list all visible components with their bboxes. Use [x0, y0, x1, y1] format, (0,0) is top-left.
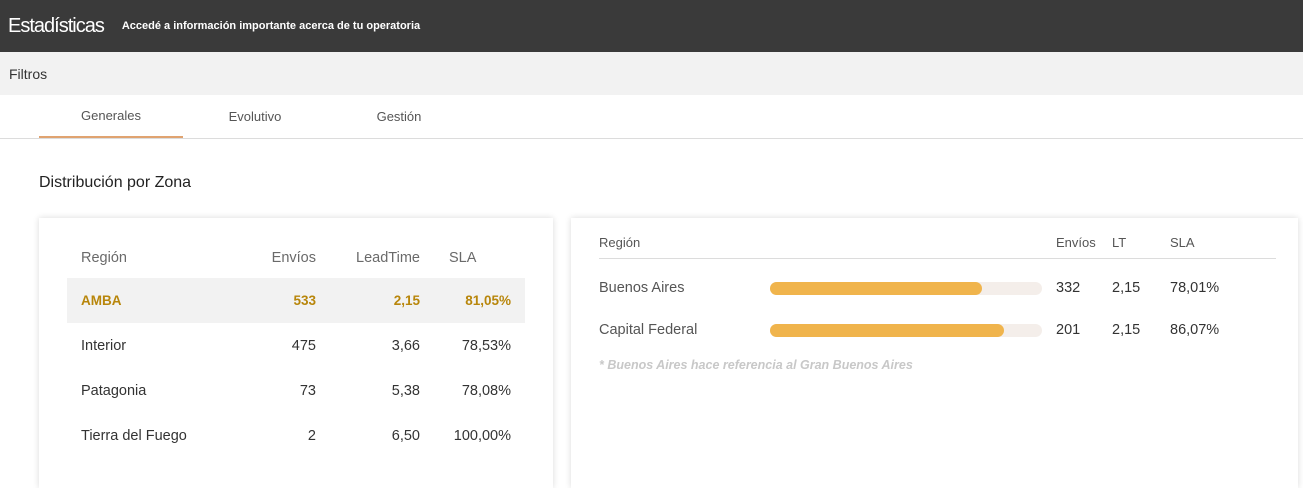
header-region: Región: [81, 250, 127, 266]
header-leadtime: LeadTime: [356, 250, 420, 266]
cell-sla: 100,00%: [453, 427, 511, 444]
progress-bar-fill: [770, 324, 1004, 337]
cell-region: Buenos Aires: [599, 280, 685, 296]
cell-envios: 475: [291, 337, 316, 354]
cell-region: AMBA: [81, 293, 122, 308]
progress-bar-fill: [770, 282, 983, 295]
progress-bar: [770, 282, 1042, 295]
table-row[interactable]: Interior 475 3,66 78,53%: [67, 323, 525, 368]
cell-lt: 2,15: [1112, 280, 1141, 296]
app-header: Estadísticas Accedé a información import…: [0, 0, 1303, 52]
table-row[interactable]: Buenos Aires 332 2,15 78,01%: [599, 274, 1276, 304]
tab-generales[interactable]: Generales: [39, 95, 183, 138]
cell-region: Interior: [81, 337, 127, 354]
cell-sla: 78,53%: [461, 337, 511, 354]
page-subtitle: Accedé a información importante acerca d…: [121, 20, 421, 32]
table-row[interactable]: AMBA 533 2,15 81,05%: [67, 278, 525, 323]
cell-envios: 201: [1056, 322, 1081, 338]
cell-envios: 332: [1056, 280, 1081, 296]
tab-bar: Generales Evolutivo Gestión: [0, 95, 1303, 139]
cell-envios: 73: [299, 382, 316, 399]
table-row[interactable]: Capital Federal 201 2,15 86,07%: [599, 316, 1276, 346]
amba-breakdown-card: Región Envíos LT SLA Buenos Aires 332 2,…: [571, 218, 1298, 488]
tab-evolutivo[interactable]: Evolutivo: [183, 95, 327, 138]
header-envios: Envíos: [271, 250, 316, 266]
filters-bar[interactable]: Filtros: [0, 52, 1303, 95]
cell-sla: 78,08%: [461, 382, 511, 399]
footnote: * Buenos Aires hace referencia al Gran B…: [599, 358, 913, 372]
cell-envios: 533: [293, 293, 316, 308]
cell-region: Patagonia: [81, 382, 147, 399]
cell-sla: 78,01%: [1170, 280, 1220, 296]
cell-lt: 2,15: [1112, 322, 1141, 338]
zone-distribution-card: Región Envíos LeadTime SLA AMBA 533 2,15…: [39, 218, 553, 488]
cell-region: Tierra del Fuego: [81, 427, 187, 444]
progress-bar: [770, 324, 1042, 337]
table-row[interactable]: Patagonia 73 5,38 78,08%: [67, 368, 525, 413]
header-lt: LT: [1112, 235, 1127, 250]
filters-label[interactable]: Filtros: [9, 66, 47, 82]
cell-leadtime: 5,38: [391, 382, 420, 399]
cell-sla: 86,07%: [1170, 322, 1220, 338]
page-title: Estadísticas: [8, 14, 105, 37]
zone-table: Región Envíos LeadTime SLA AMBA 533 2,15…: [67, 238, 525, 458]
header-sla: SLA: [1170, 235, 1195, 250]
cell-leadtime: 6,50: [391, 427, 420, 444]
cell-sla: 81,05%: [465, 293, 511, 308]
cell-leadtime: 2,15: [393, 293, 420, 308]
cell-region: Capital Federal: [599, 322, 698, 338]
amba-table-header: Región Envíos LT SLA: [599, 230, 1276, 259]
header-region: Región: [599, 235, 641, 250]
table-row[interactable]: Tierra del Fuego 2 6,50 100,00%: [67, 413, 525, 458]
zone-table-header: Región Envíos LeadTime SLA: [67, 238, 525, 278]
tab-gestion[interactable]: Gestión: [327, 95, 471, 138]
header-sla: SLA: [449, 250, 477, 266]
cell-leadtime: 3,66: [391, 337, 420, 354]
section-title: Distribución por Zona: [39, 174, 192, 191]
header-envios: Envíos: [1056, 235, 1096, 250]
cell-envios: 2: [307, 427, 316, 444]
